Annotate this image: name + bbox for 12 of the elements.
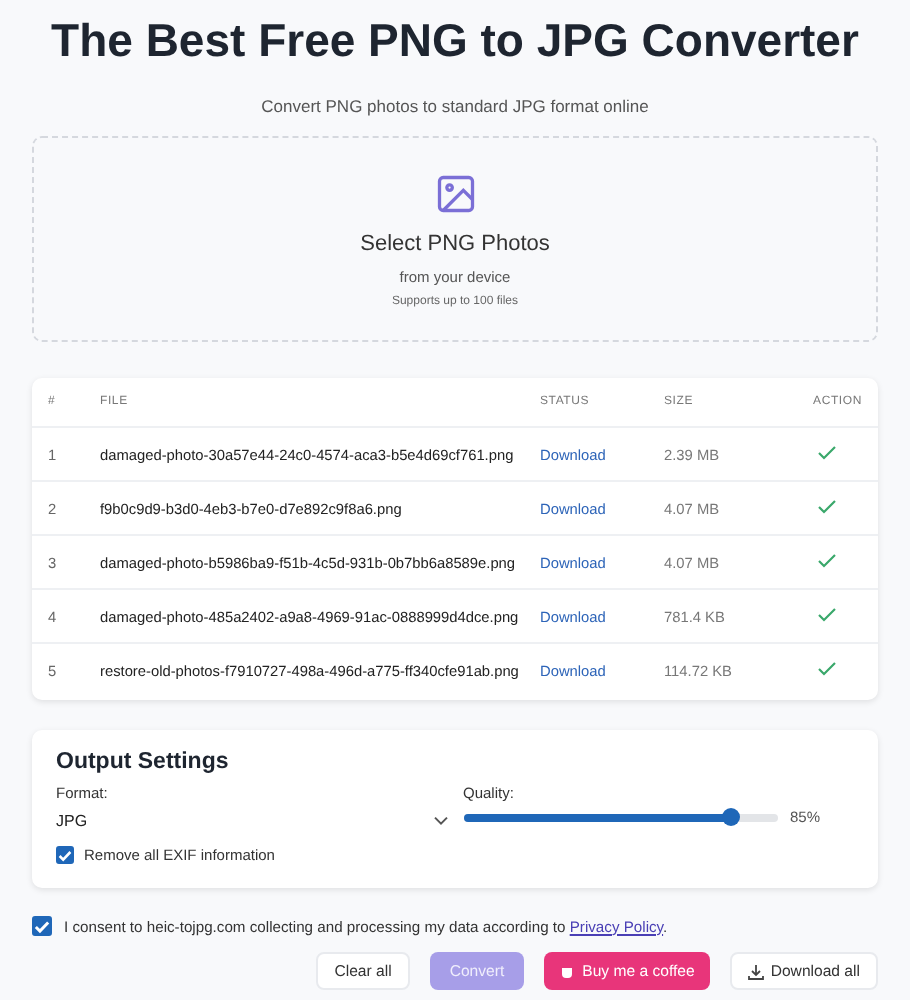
image-icon (433, 171, 477, 215)
page-subtitle: Convert PNG photos to standard JPG format online (259, 96, 651, 116)
cup-icon (560, 963, 577, 979)
chevron-down-icon (433, 816, 447, 826)
download-icon (748, 963, 765, 979)
page-title: The Best Free PNG to JPG Converter (49, 12, 861, 68)
quality-slider[interactable] (463, 808, 778, 826)
upload-title: Select PNG Photos (360, 231, 550, 255)
section-title: Output Settings (56, 750, 231, 774)
exif-checkbox[interactable] (56, 846, 74, 864)
format-dropdown[interactable]: JPG (56, 808, 447, 834)
consent-checkbox[interactable] (32, 916, 52, 936)
